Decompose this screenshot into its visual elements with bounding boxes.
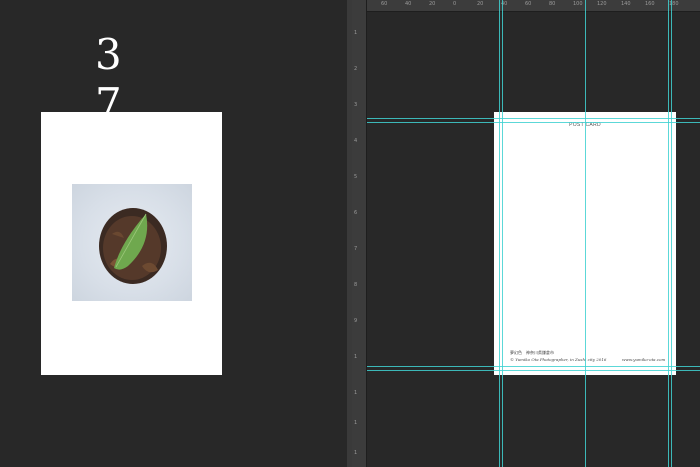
website-text: www.yumiko-ota.com — [622, 357, 666, 362]
horizontal-ruler: 60 40 20 0 20 40 60 80 100 120 140 160 1… — [367, 0, 700, 12]
vertical-guide[interactable] — [668, 0, 669, 467]
vertical-guide[interactable] — [671, 0, 672, 467]
page-number: 3 7 — [95, 30, 132, 128]
ruler-label: 160 — [645, 1, 655, 7]
vruler-label: 1 — [354, 30, 358, 36]
horizontal-guide[interactable] — [367, 370, 700, 371]
back-canvas: 60 40 20 0 20 40 60 80 100 120 140 160 1… — [367, 0, 700, 467]
horizontal-guide[interactable] — [367, 366, 700, 367]
vruler-label: 1 — [354, 390, 358, 396]
vruler-label: 9 — [354, 318, 358, 324]
vertical-ruler: 1 2 3 4 5 6 7 8 9 1 1 1 1 — [352, 0, 367, 467]
postcard-front — [41, 112, 222, 375]
leaf-in-snow-image — [99, 208, 167, 284]
ruler-label: 140 — [621, 1, 631, 7]
ruler-label: 0 — [453, 1, 457, 7]
horizontal-guide[interactable] — [367, 122, 700, 123]
ruler-label: 60 — [525, 1, 532, 7]
vertical-guide[interactable] — [502, 0, 503, 467]
vruler-label: 5 — [354, 174, 358, 180]
photo-caption-title: 夢幻色 神奈川県鎌倉市 — [510, 350, 554, 355]
vruler-label: 6 — [354, 210, 358, 216]
ruler-label: 40 — [405, 1, 412, 7]
ruler-label: 60 — [381, 1, 388, 7]
vruler-label: 1 — [354, 354, 358, 360]
horizontal-guide[interactable] — [367, 118, 700, 119]
vertical-guide[interactable] — [499, 0, 500, 467]
vruler-label: 3 — [354, 102, 358, 108]
vruler-label: 2 — [354, 66, 358, 72]
ruler-label: 20 — [429, 1, 436, 7]
ruler-label: 80 — [549, 1, 556, 7]
ruler-label: 100 — [573, 1, 583, 7]
vertical-guide[interactable] — [585, 0, 586, 467]
vruler-label: 4 — [354, 138, 358, 144]
front-canvas: 3 7 — [0, 0, 347, 467]
ruler-label: 20 — [477, 1, 484, 7]
vruler-label: 7 — [354, 246, 358, 252]
leaf-photo — [72, 184, 192, 301]
vruler-label: 8 — [354, 282, 358, 288]
copyright-text: © Yumiko Ota Photographer, in Zushi city… — [510, 357, 607, 362]
vruler-label: 1 — [354, 420, 358, 426]
vruler-label: 1 — [354, 450, 358, 456]
ruler-label: 120 — [597, 1, 607, 7]
